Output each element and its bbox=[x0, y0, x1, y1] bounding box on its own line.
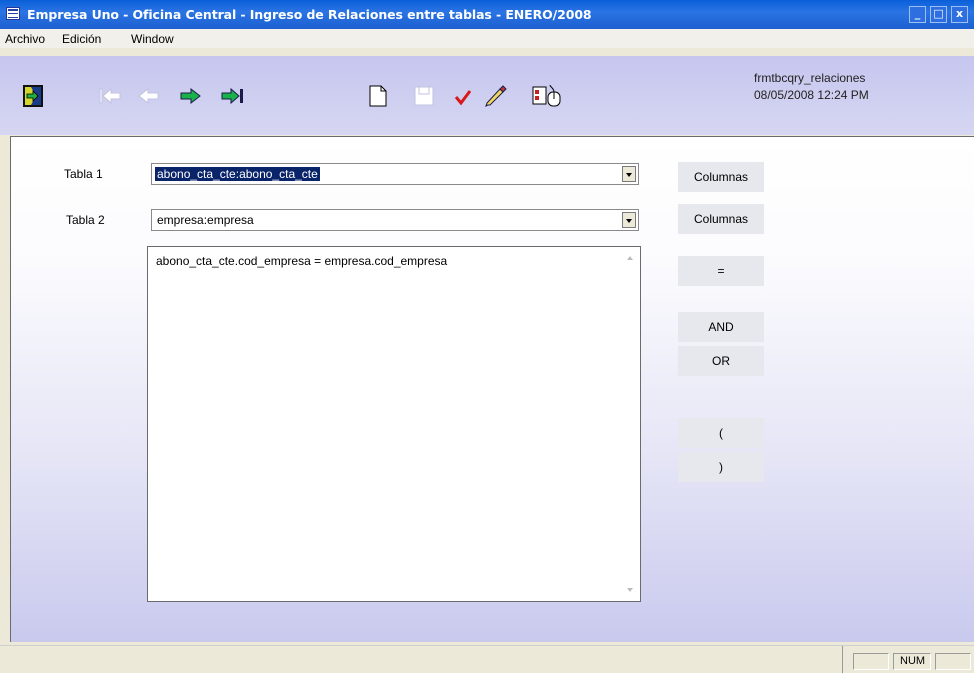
status-num: NUM bbox=[893, 653, 931, 670]
first-record-icon[interactable] bbox=[98, 86, 122, 106]
properties-icon[interactable] bbox=[532, 84, 562, 108]
menu-window[interactable]: Window bbox=[131, 32, 174, 46]
tabla2-select[interactable]: empresa:empresa bbox=[151, 209, 639, 231]
form-datetime: 08/05/2008 12:24 PM bbox=[754, 88, 869, 102]
columnas-button-1[interactable]: Columnas bbox=[678, 162, 764, 192]
tabla1-value: abono_cta_cte:abono_cta_cte bbox=[155, 167, 320, 181]
equals-button[interactable]: = bbox=[678, 256, 764, 286]
tabla2-label: Tabla 2 bbox=[66, 213, 105, 227]
check-icon[interactable] bbox=[454, 88, 472, 106]
exit-icon[interactable] bbox=[22, 84, 48, 108]
relation-textarea[interactable]: abono_cta_cte.cod_empresa = empresa.cod_… bbox=[147, 246, 641, 602]
menu-edicion[interactable]: Edición bbox=[62, 32, 101, 46]
new-document-icon[interactable] bbox=[368, 85, 388, 107]
edit-pencil-icon[interactable] bbox=[484, 85, 508, 107]
scroll-down-icon[interactable] bbox=[627, 588, 633, 592]
save-icon[interactable] bbox=[414, 86, 434, 106]
last-record-icon[interactable] bbox=[220, 86, 246, 106]
minimize-button[interactable]: _ bbox=[909, 6, 926, 23]
and-button[interactable]: AND bbox=[678, 312, 764, 342]
columnas-button-2[interactable]: Columnas bbox=[678, 204, 764, 234]
tabla1-label: Tabla 1 bbox=[64, 167, 103, 181]
vertical-scrollbar[interactable] bbox=[623, 248, 639, 600]
app-icon[interactable] bbox=[6, 7, 20, 20]
open-paren-button[interactable]: ( bbox=[678, 418, 764, 448]
menu-bar: Archivo Edición Window bbox=[0, 29, 974, 48]
menu-archivo[interactable]: Archivo bbox=[5, 32, 45, 46]
close-button[interactable]: x bbox=[951, 6, 968, 23]
next-record-icon[interactable] bbox=[179, 86, 203, 106]
tabla2-value: empresa:empresa bbox=[157, 213, 254, 227]
close-paren-button[interactable]: ) bbox=[678, 452, 764, 482]
relation-text: abono_cta_cte.cod_empresa = empresa.cod_… bbox=[156, 254, 448, 268]
chevron-down-icon[interactable] bbox=[622, 212, 636, 228]
status-cell-empty bbox=[853, 653, 889, 670]
status-divider bbox=[842, 646, 843, 673]
title-bar: Empresa Uno - Oficina Central - Ingreso … bbox=[0, 0, 974, 29]
form-name: frmtbcqry_relaciones bbox=[754, 71, 866, 85]
status-bar: NUM bbox=[0, 645, 974, 673]
chevron-down-icon[interactable] bbox=[622, 166, 636, 182]
tabla1-select[interactable]: abono_cta_cte:abono_cta_cte bbox=[151, 163, 639, 185]
or-button[interactable]: OR bbox=[678, 346, 764, 376]
window-title: Empresa Uno - Oficina Central - Ingreso … bbox=[27, 7, 592, 22]
scroll-up-icon[interactable] bbox=[627, 256, 633, 260]
previous-record-icon[interactable] bbox=[136, 86, 160, 106]
maximize-button[interactable]: □ bbox=[930, 6, 947, 23]
status-cell-empty-2 bbox=[935, 653, 971, 670]
